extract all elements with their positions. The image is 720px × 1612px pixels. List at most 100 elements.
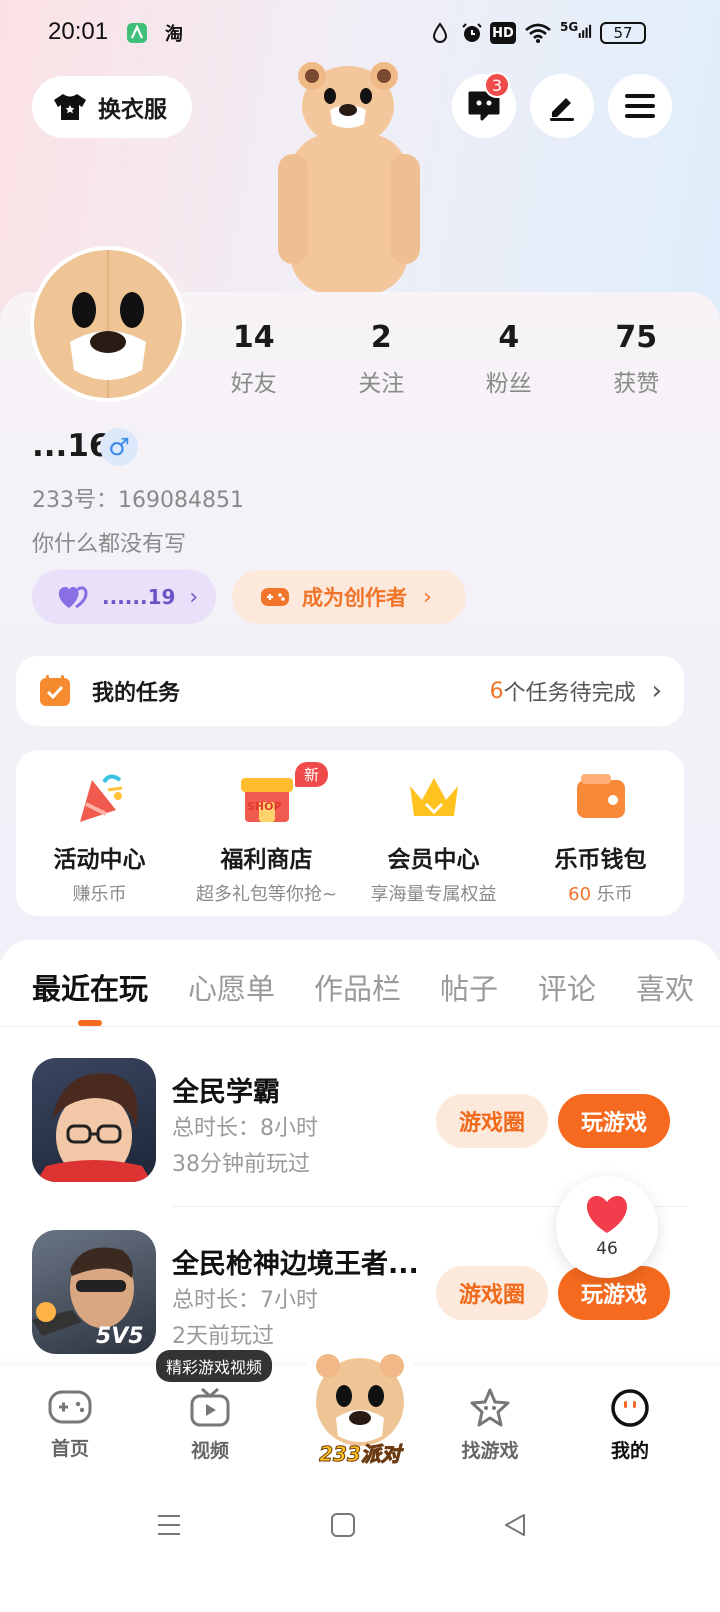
battery-level: 57 [613,24,633,42]
chevron-right-icon: › [189,584,199,610]
nav-find-games[interactable]: 找游戏 [440,1388,540,1463]
game-circle-button[interactable]: 游戏圈 [436,1266,548,1320]
wallet-sub: 60 乐币 [517,880,684,906]
dress-up-button[interactable]: 换衣服 [32,76,192,138]
chevron-right-icon: › [423,584,432,610]
my-tasks-label: 我的任务 [92,681,181,706]
nav-party[interactable]: 233派对 [306,1352,414,1468]
user-id: 233号：169084851 [32,488,244,513]
party-label: 233派对 [319,1442,402,1467]
new-badge: 新 [295,762,329,787]
tasks-suffix: 个任务待完成 [503,681,636,706]
activity-center-item[interactable]: 活动中心 赚乐币 [16,770,183,916]
tab-recent-played[interactable]: 最近在玩 [32,966,148,1008]
gender-male-icon: ♂ [100,428,138,466]
stat-following[interactable]: 2 关注 [326,318,436,398]
wallet-item[interactable]: 乐币钱包 60 乐币 [517,770,684,916]
nav-find-games-label: 找游戏 [461,1440,519,1462]
game-title: 全民枪神边境王者... [172,1249,419,1280]
floating-like-button[interactable]: 46 [556,1176,658,1278]
avatar-character[interactable] [268,62,428,294]
stat-friends-count: 14 [232,320,275,355]
game-circle-button[interactable]: 游戏圈 [436,1094,548,1148]
system-menu-icon[interactable] [156,1512,182,1542]
gamepad-icon [261,588,289,606]
battery-icon: 57 [600,22,646,44]
activity-center-title: 活动中心 [53,847,146,873]
stat-following-count: 2 [370,320,392,355]
vip-center-item[interactable]: 会员中心 享海量专属权益 [350,770,517,916]
profile-stats: 14 好友 2 关注 4 粉丝 75 获赞 [190,318,700,398]
video-tooltip: 精彩游戏视频 [156,1350,273,1382]
wallet-unit: 乐币 [591,884,633,905]
my-tasks-row[interactable]: 我的任务 6 个任务待完成 › [16,656,684,726]
pencil-icon [550,98,574,121]
shop-sign: SHOP [247,800,282,813]
become-creator-label: 成为创作者 [302,586,407,610]
like-tag-label: ......19 [102,585,176,609]
stat-likes[interactable]: 75 获赞 [581,318,691,398]
tab-comments[interactable]: 评论 [538,966,596,1008]
game-icon-quanmin-qiangshen[interactable]: 5V5 [32,1230,156,1354]
tv-play-icon [190,1387,230,1427]
vip-center-sub: 享海量专属权益 [370,884,497,905]
tab-works[interactable]: 作品栏 [314,966,401,1008]
stat-following-label: 关注 [358,371,405,397]
status-bar: 20:01 淘 HD 5G 57 [0,0,720,64]
profile-face-icon [611,1389,649,1427]
edit-button[interactable] [530,74,594,138]
features-card: 活动中心 赚乐币 SHOP 新 福利商店 超多礼包等你抢~ 会员中心 享海量专属… [16,750,684,916]
menu-button[interactable] [608,74,672,138]
username: ...16 [32,428,111,464]
game-duration: 总时长：7小时 [172,1288,318,1313]
nav-mine-label: 我的 [610,1440,649,1462]
app-notification-icon [124,20,150,46]
party-bear-icon [316,1354,404,1446]
gamepad-icon [48,1390,92,1424]
nav-mine[interactable]: 我的 [580,1388,680,1463]
welfare-shop-item[interactable]: SHOP 新 福利商店 超多礼包等你抢~ [183,762,350,916]
message-badge: 3 [484,72,510,98]
chevron-right-icon: › [651,676,662,706]
drop-icon [430,20,450,46]
like-tag-button[interactable]: ......19 › [32,570,216,624]
stat-fans-label: 粉丝 [485,371,532,397]
wifi-icon [524,20,552,46]
party-popper-icon [79,774,122,822]
network-type: 5G [560,20,579,34]
system-home-icon[interactable] [330,1512,356,1542]
game-duration: 总时长：8小时 [172,1116,318,1141]
nav-video[interactable]: 视频 [160,1387,260,1463]
nav-home-label: 首页 [50,1438,89,1460]
dress-up-label: 换衣服 [98,97,167,123]
system-back-icon[interactable] [502,1512,528,1542]
task-calendar-icon [40,675,70,706]
wallet-icon [576,774,625,818]
welfare-shop-title: 福利商店 [220,847,313,873]
game-title: 全民学霸 [172,1077,280,1108]
avatar[interactable] [30,246,186,402]
vip-center-title: 会员中心 [387,847,480,873]
alarm-icon [460,20,484,46]
star-face-icon [470,1388,510,1427]
stat-friends-label: 好友 [230,371,277,397]
nav-home[interactable]: 首页 [20,1388,120,1461]
tab-wishlist[interactable]: 心愿单 [188,966,275,1008]
tab-likes[interactable]: 喜欢 [636,966,694,1008]
play-game-button[interactable]: 玩游戏 [558,1094,670,1148]
crown-icon [409,778,458,816]
stat-likes-label: 获赞 [613,371,660,397]
like-count: 46 [596,1239,618,1259]
stat-fans-count: 4 [498,320,520,355]
wallet-title: 乐币钱包 [554,847,647,873]
hd-icon: HD [490,22,516,44]
become-creator-button[interactable]: 成为创作者 › [232,570,466,624]
tab-posts[interactable]: 帖子 [440,966,498,1008]
stat-fans[interactable]: 4 粉丝 [454,318,564,398]
stat-friends[interactable]: 14 好友 [199,318,309,398]
status-time: 20:01 [48,18,109,45]
tabs-divider [0,1026,720,1027]
game-icon-quanmin-xueba[interactable] [32,1058,156,1182]
stat-likes-count: 75 [615,320,658,355]
game-icon-badge: 5V5 [96,1324,144,1349]
